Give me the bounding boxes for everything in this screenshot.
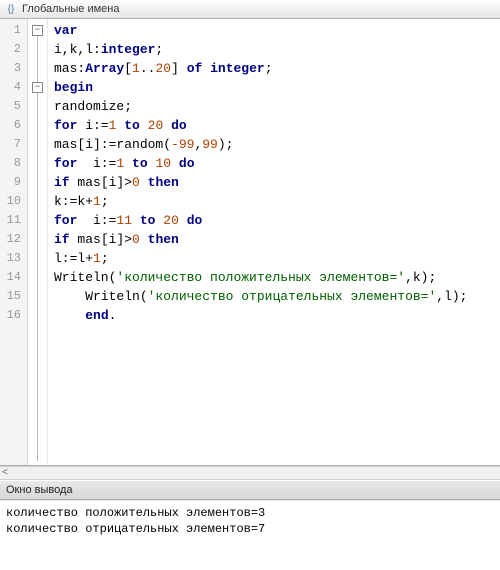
line-number: 7 [0,135,27,154]
line-number: 14 [0,268,27,287]
code-line[interactable]: i,k,l:integer; [54,40,494,59]
line-number: 9 [0,173,27,192]
line-number: 5 [0,97,27,116]
fold-toggle-icon[interactable]: − [32,82,43,93]
output-panel-title: Окно вывода [6,484,73,496]
code-line[interactable]: for i:=1 to 20 do [54,116,494,135]
output-panel[interactable]: количество положительных элементов=3 кол… [0,500,500,570]
fold-toggle-icon[interactable]: − [32,25,43,36]
code-line[interactable]: mas:Array[1..20] of integer; [54,59,494,78]
code-line[interactable]: begin [54,78,494,97]
line-number: 4 [0,78,27,97]
code-editor[interactable]: 12345678910111213141516 −− vari,k,l:inte… [0,19,500,466]
fold-guide-line [37,29,38,461]
panel-title: Глобальные имена [22,3,120,15]
code-line[interactable]: k:=k+1; [54,192,494,211]
code-line[interactable]: mas[i]:=random(-99,99); [54,135,494,154]
code-line[interactable]: if mas[i]>0 then [54,173,494,192]
code-line[interactable]: randomize; [54,97,494,116]
scroll-left-chevron[interactable]: < [2,468,8,479]
code-line[interactable]: Writeln('количество положительных элемен… [54,268,494,287]
code-line[interactable]: for i:=11 to 20 do [54,211,494,230]
line-number: 8 [0,154,27,173]
line-number: 10 [0,192,27,211]
line-number: 16 [0,306,27,325]
line-number: 12 [0,230,27,249]
line-number: 11 [0,211,27,230]
line-number: 2 [0,40,27,59]
panel-header: {} Глобальные имена [0,0,500,19]
horizontal-scrollbar[interactable]: < [0,466,500,480]
line-number: 6 [0,116,27,135]
line-number: 3 [0,59,27,78]
code-line[interactable]: Writeln('количество отрицательных элемен… [54,287,494,306]
line-number: 15 [0,287,27,306]
line-number: 13 [0,249,27,268]
code-line[interactable]: end. [54,306,494,325]
code-line[interactable]: if mas[i]>0 then [54,230,494,249]
code-line[interactable]: var [54,21,494,40]
output-panel-header: Окно вывода [0,480,500,500]
braces-icon: {} [4,2,18,16]
fold-column[interactable]: −− [28,19,48,465]
line-number: 1 [0,21,27,40]
code-line[interactable]: l:=l+1; [54,249,494,268]
code-area[interactable]: vari,k,l:integer;mas:Array[1..20] of int… [48,19,500,465]
code-line[interactable]: for i:=1 to 10 do [54,154,494,173]
line-number-gutter: 12345678910111213141516 [0,19,28,465]
